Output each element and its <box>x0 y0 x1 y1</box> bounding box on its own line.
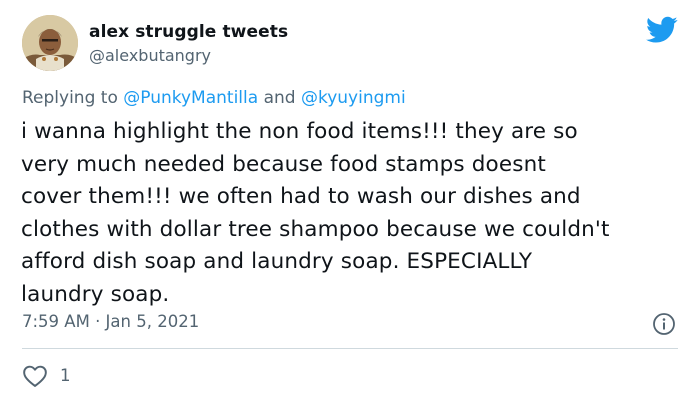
mention-link-punkymantilla[interactable]: @PunkyMantilla <box>123 88 258 108</box>
heart-icon[interactable] <box>22 364 48 388</box>
twitter-bird-icon[interactable] <box>646 16 678 44</box>
reply-prefix: Replying to <box>22 88 118 108</box>
tweet-timestamp[interactable]: 7:59 AM · Jan 5, 2021 <box>22 312 199 331</box>
divider <box>22 348 678 349</box>
avatar[interactable] <box>22 15 78 71</box>
reply-context: Replying to @PunkyMantilla and @kyuyingm… <box>22 88 406 108</box>
like-count: 1 <box>60 366 71 385</box>
reply-joiner: and <box>263 88 296 108</box>
tweet-text: i wanna highlight the non food items!!! … <box>21 119 610 307</box>
user-avatar-image <box>22 15 78 71</box>
tweet-card: alex struggle tweets @alexbutangry Reply… <box>0 0 700 402</box>
user-display-name[interactable]: alex struggle tweets <box>89 22 288 42</box>
user-handle[interactable]: @alexbutangry <box>89 46 211 65</box>
info-icon[interactable] <box>652 312 676 336</box>
mention-link-kyuyingmi[interactable]: @kyuyingmi <box>301 88 406 108</box>
